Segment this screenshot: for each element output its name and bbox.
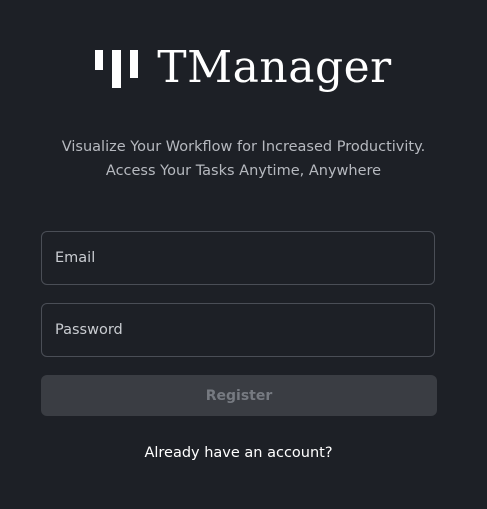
brand-name: TManager (157, 42, 392, 93)
tagline-line-1: Visualize Your Workflow for Increased Pr… (61, 139, 426, 155)
password-field[interactable] (41, 303, 435, 357)
email-field[interactable] (41, 231, 435, 285)
brand-header: TManager (0, 40, 487, 96)
tmanager-logo-icon (95, 50, 139, 88)
register-button[interactable]: Register (41, 375, 437, 416)
register-page: TManager Visualize Your Workflow for Inc… (0, 0, 487, 509)
tagline: Visualize Your Workflow for Increased Pr… (0, 135, 487, 183)
tagline-line-2: Access Your Tasks Anytime, Anywhere (105, 163, 382, 179)
already-have-account-link[interactable]: Already have an account? (0, 443, 477, 463)
password-input[interactable] (42, 304, 434, 356)
email-input[interactable] (42, 232, 434, 284)
